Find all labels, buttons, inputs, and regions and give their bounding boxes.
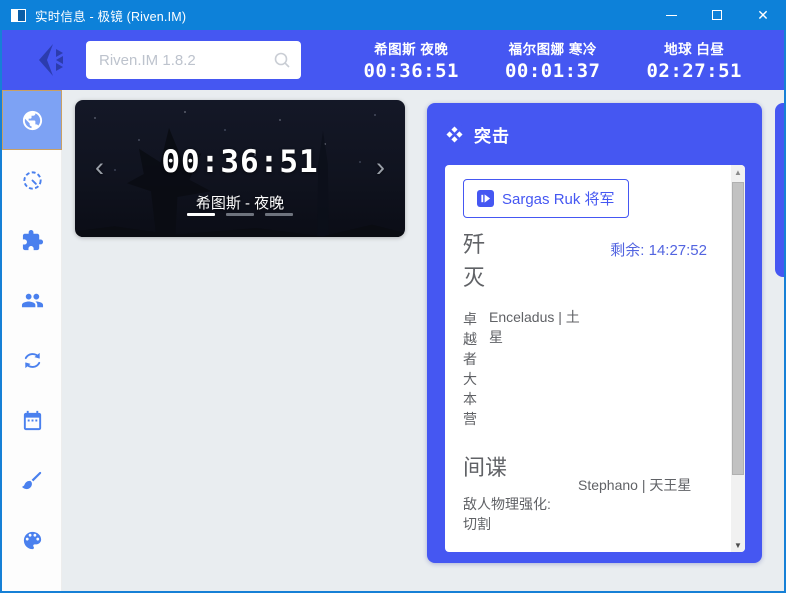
timer-icon <box>21 169 44 192</box>
maximize-button[interactable] <box>694 0 740 30</box>
scrollbar-thumb[interactable] <box>732 182 744 475</box>
mission-type: 歼灭 <box>463 228 489 294</box>
timer-value: 00:36:51 <box>363 60 459 82</box>
mission-node: Stephano | 天王星 <box>578 475 728 495</box>
next-panel-peek <box>775 103 784 277</box>
carousel-indicator[interactable] <box>226 213 254 216</box>
sortie-card: Sargas Ruk 将军 剩余: 14:27:52 歼灭 卓越者大本营 Enc… <box>445 165 745 552</box>
mission-node: Enceladus | 土星 <box>489 307 585 347</box>
sortie-title: 突击 <box>474 122 510 147</box>
timer-label: 地球 白昼 <box>646 38 742 58</box>
sidebar-item-mods[interactable] <box>2 210 62 270</box>
sortie-boss-button[interactable]: Sargas Ruk 将军 <box>463 179 629 218</box>
mission-modifier: 敌人物理强化: 切割 <box>463 494 567 534</box>
timer-value: 02:27:51 <box>646 60 742 82</box>
sidebar-item-players[interactable] <box>2 270 62 330</box>
scroll-down-icon[interactable]: ▼ <box>731 538 745 552</box>
search-box <box>86 41 301 79</box>
mission-modifier: 卓越者大本营 <box>463 309 489 429</box>
window-controls: ✕ <box>648 0 786 30</box>
enter-arrow-icon <box>477 190 494 207</box>
timer-fortuna: 福尔图娜 寒冷 00:01:37 <box>505 38 601 82</box>
timer-earth: 地球 白昼 02:27:51 <box>646 38 742 82</box>
sync-icon <box>21 349 44 372</box>
carousel-indicator[interactable] <box>187 213 215 216</box>
app-header: 希图斯 夜晚 00:36:51 福尔图娜 寒冷 00:01:37 地球 白昼 0… <box>0 30 786 90</box>
timer-label: 希图斯 夜晚 <box>363 38 459 58</box>
sortie-header: 突击 <box>427 103 762 165</box>
cycle-countdown: 00:36:51 <box>75 144 405 180</box>
sortie-diamond-icon <box>444 124 465 145</box>
app-icon <box>11 9 26 22</box>
timer-value: 00:01:37 <box>505 60 601 82</box>
sortie-remaining-time: 剩余: 14:27:52 <box>610 239 707 260</box>
search-input[interactable] <box>86 41 301 79</box>
maximize-icon <box>712 10 722 20</box>
carousel-next-icon[interactable]: › <box>376 154 385 181</box>
window-title: 实时信息 - 极镜 (Riven.IM) <box>35 6 186 25</box>
close-button[interactable]: ✕ <box>740 0 786 30</box>
puzzle-icon <box>21 229 44 252</box>
sidebar <box>2 90 62 591</box>
sidebar-item-sync[interactable] <box>2 330 62 390</box>
riven-im-logo-icon <box>36 43 72 77</box>
users-icon <box>21 289 44 312</box>
sidebar-item-timers[interactable] <box>2 150 62 210</box>
titlebar: 实时信息 - 极镜 (Riven.IM) ✕ <box>0 0 786 30</box>
brush-icon <box>21 469 44 492</box>
sidebar-item-theme[interactable] <box>2 510 62 570</box>
main-content: 00:36:51 希图斯 - 夜晚 ‹ › 突击 <box>62 90 784 591</box>
window-border <box>0 30 2 593</box>
sortie-scrollbar[interactable]: ▲ ▼ <box>731 165 745 552</box>
app-window: 实时信息 - 极镜 (Riven.IM) ✕ 希图斯 夜晚 00:36:51 <box>0 0 786 593</box>
sidebar-item-world[interactable] <box>2 90 62 150</box>
scroll-up-icon[interactable]: ▲ <box>731 165 745 179</box>
sortie-boss-name: Sargas Ruk 将军 <box>502 188 615 209</box>
cycle-caption: 希图斯 - 夜晚 <box>75 192 405 213</box>
close-icon: ✕ <box>757 8 769 22</box>
minimize-icon <box>666 15 677 16</box>
sortie-panel: 突击 Sargas Ruk 将军 剩余: 14:27:52 <box>427 103 762 563</box>
world-timers: 希图斯 夜晚 00:36:51 福尔图娜 寒冷 00:01:37 地球 白昼 0… <box>363 38 742 82</box>
calendar-icon <box>21 409 44 432</box>
palette-icon <box>21 529 44 552</box>
carousel-indicators <box>75 213 405 216</box>
sortie-card-content: Sargas Ruk 将军 剩余: 14:27:52 歼灭 卓越者大本营 Enc… <box>445 165 731 552</box>
timer-cetus: 希图斯 夜晚 00:36:51 <box>363 38 459 82</box>
world-carousel[interactable]: 00:36:51 希图斯 - 夜晚 ‹ › <box>75 100 405 237</box>
search-icon <box>273 51 291 69</box>
timer-label: 福尔图娜 寒冷 <box>505 38 601 58</box>
minimize-button[interactable] <box>648 0 694 30</box>
globe-icon <box>21 109 44 132</box>
sidebar-item-calendar[interactable] <box>2 390 62 450</box>
sidebar-item-clean[interactable] <box>2 450 62 510</box>
carousel-prev-icon[interactable]: ‹ <box>95 154 104 181</box>
carousel-indicator[interactable] <box>265 213 293 216</box>
